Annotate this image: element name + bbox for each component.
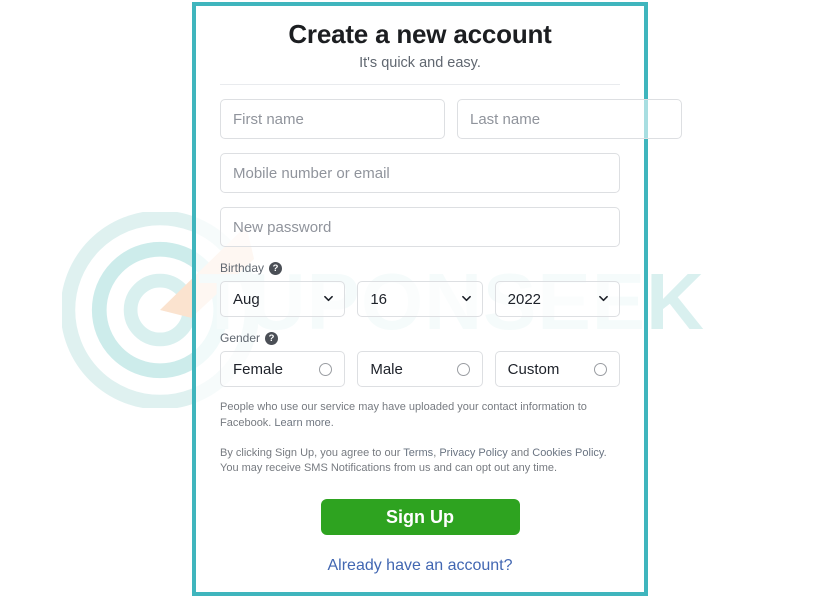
terms-separator-2: and <box>507 446 533 459</box>
cookies-policy-link[interactable]: Cookies Policy <box>532 447 603 459</box>
new-password-input[interactable] <box>220 207 620 248</box>
gender-option-label: Female <box>233 360 284 378</box>
page-title: Create a new account <box>288 19 552 49</box>
birthday-day-value: 16 <box>370 290 388 308</box>
radio-button-icon[interactable] <box>456 362 470 376</box>
contact-field-row <box>220 153 620 194</box>
chevron-down-icon <box>599 296 608 302</box>
birthday-day-select[interactable]: 16 <box>357 281 483 318</box>
birthday-year-value: 2022 <box>507 290 542 308</box>
gender-option-male[interactable]: Male <box>357 351 483 388</box>
birthday-label-row: Birthday ? <box>220 261 620 275</box>
learn-more-link[interactable]: Learn more <box>274 417 330 429</box>
birthday-label: Birthday <box>220 261 265 276</box>
signup-card: Create a new account It's quick and easy… <box>192 2 682 596</box>
gender-option-row: Female Male Custom <box>220 351 620 388</box>
radio-button-icon[interactable] <box>319 362 333 376</box>
birthday-year-select[interactable]: 2022 <box>494 281 620 318</box>
signup-button-container: Sign Up <box>220 498 620 535</box>
already-have-account-link[interactable]: Already have an account? <box>327 557 512 574</box>
privacy-policy-link[interactable]: Privacy Policy <box>439 447 507 459</box>
question-mark-icon[interactable]: ? <box>269 261 283 275</box>
gender-option-label: Custom <box>507 360 560 378</box>
birthday-select-row: Aug 16 2022 <box>220 281 620 318</box>
radio-button-icon[interactable] <box>593 362 607 376</box>
contact-upload-notice: People who use our service may have uplo… <box>220 400 620 431</box>
contact-upload-notice-period: . <box>330 416 334 429</box>
name-field-row <box>220 99 682 140</box>
chevron-down-icon <box>461 296 471 302</box>
birthday-month-select[interactable]: Aug <box>220 281 346 318</box>
gender-label-row: Gender ? <box>220 331 620 345</box>
gender-option-female[interactable]: Female <box>220 351 346 388</box>
card-header: Create a new account It's quick and easy… <box>220 6 620 86</box>
gender-label: Gender <box>220 331 261 346</box>
terms-notice: By clicking Sign Up, you agree to our Te… <box>220 446 620 477</box>
terms-link[interactable]: Terms <box>403 447 433 459</box>
password-field-row <box>220 207 620 248</box>
sign-up-button[interactable]: Sign Up <box>320 498 520 535</box>
birthday-month-value: Aug <box>233 290 260 308</box>
mobile-or-email-input[interactable] <box>220 153 620 194</box>
terms-prefix-text: By clicking Sign Up, you agree to our <box>220 446 404 459</box>
gender-option-label: Male <box>370 360 403 378</box>
chevron-down-icon <box>324 296 334 302</box>
first-name-input[interactable] <box>220 99 445 140</box>
gender-option-custom[interactable]: Custom <box>494 351 620 388</box>
question-mark-icon[interactable]: ? <box>265 331 279 345</box>
page-subtitle: It's quick and easy. <box>359 54 481 71</box>
login-link-container: Already have an account? <box>220 557 620 575</box>
last-name-input[interactable] <box>457 99 682 140</box>
